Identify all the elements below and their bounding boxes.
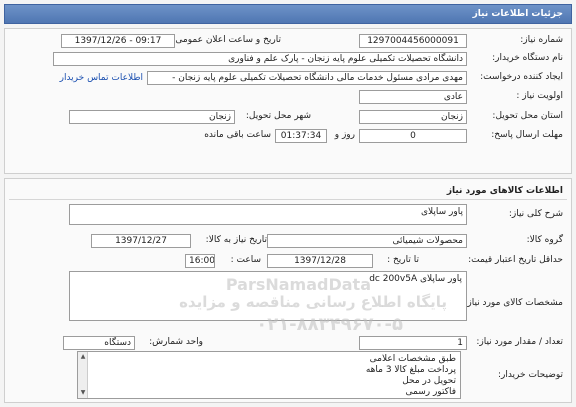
spec-field: پاور ساپلای dc 200v5A: [69, 271, 467, 321]
buyer-contact-link[interactable]: اطلاعات تماس خریدار: [60, 71, 143, 85]
goods-section-title: اطلاعات کالاهای مورد نیاز: [446, 186, 563, 196]
spec-label: مشخصات کالای مورد نیاز:: [464, 298, 563, 308]
notes-line: تحویل در محل: [402, 376, 456, 386]
notes-line: فاکتور رسمی: [405, 387, 457, 397]
province-label: استان محل تحویل:: [492, 111, 563, 121]
notes-field[interactable]: طبق مشخصات اعلامی پرداخت مبلغ کالا 3 ماه…: [77, 351, 461, 399]
deadline-days-field: 0: [359, 129, 467, 143]
summary-field: پاور ساپلای: [69, 204, 467, 225]
city-label: شهر محل تحویل:: [245, 111, 311, 121]
time-remaining-label: ساعت باقی مانده: [204, 130, 271, 140]
page-title: جزئیات اطلاعات نیاز: [472, 9, 563, 19]
group-field: محصولات شیمیائی: [267, 234, 467, 248]
unit-label: واحد شمارش:: [149, 337, 203, 347]
province-field: زنجان: [359, 110, 467, 124]
need-date-label: تاریخ نیاز به کالا:: [205, 235, 267, 245]
buyer-label: نام دستگاه خریدار:: [492, 53, 563, 63]
unit-field: دستگاه: [63, 336, 135, 350]
notes-label: توضیحات خریدار:: [497, 370, 563, 380]
hour-field: 16:00: [185, 254, 215, 268]
hour-label: ساعت :: [230, 255, 261, 265]
goods-info-panel: اطلاعات کالاهای مورد نیاز شرح کلی نیاز: …: [4, 178, 572, 403]
page-title-bar: جزئیات اطلاعات نیاز: [4, 4, 572, 24]
days-unit-label: روز و: [334, 130, 355, 140]
notes-line: پرداخت مبلغ کالا 3 ماهه: [365, 365, 456, 375]
qty-label: تعداد / مقدار مورد نیاز:: [476, 337, 563, 347]
deadline-label: مهلت ارسال پاسخ:: [491, 130, 563, 140]
qty-field: 1: [359, 336, 467, 350]
creator-field: مهدی مرادی مسئول خدمات مالی دانشگاه تحصی…: [147, 71, 467, 85]
summary-label: شرح کلی نیاز:: [508, 209, 563, 219]
min-price-date-label: حداقل تاریخ اعتبار قیمت:: [468, 255, 563, 265]
need-number-label: شماره نیاز:: [520, 35, 563, 45]
city-field: زنجان: [69, 110, 235, 124]
priority-field: عادی: [359, 90, 467, 104]
to-date-field: 1397/12/28: [267, 254, 373, 268]
scroll-up-icon[interactable]: ▲: [79, 353, 87, 361]
deadline-time-field: 01:37:34: [275, 129, 327, 143]
scroll-down-icon[interactable]: ▼: [79, 389, 87, 397]
to-date-label: تا تاریخ :: [387, 255, 419, 265]
priority-label: اولویت نیاز :: [516, 91, 563, 101]
creator-label: ایجاد کننده درخواست:: [480, 72, 563, 82]
group-label: گروه کالا:: [526, 235, 563, 245]
notes-scrollbar[interactable]: ▲ ▼: [78, 352, 88, 398]
spec-value: پاور ساپلای dc 200v5A: [369, 274, 462, 284]
buyer-field: دانشگاه تحصیلات تکمیلی علوم پایه زنجان -…: [53, 52, 467, 66]
request-info-panel: شماره نیاز: 1297004456000091 تاریخ و ساع…: [4, 28, 572, 174]
announce-label: تاریخ و ساعت اعلان عمومی:: [172, 35, 281, 45]
notes-line: طبق مشخصات اعلامی: [369, 354, 456, 364]
need-date-field: 1397/12/27: [91, 234, 191, 248]
announce-date-field: 1397/12/26 - 09:17: [61, 34, 175, 48]
need-number-field: 1297004456000091: [359, 34, 467, 48]
section-divider: [9, 199, 567, 200]
